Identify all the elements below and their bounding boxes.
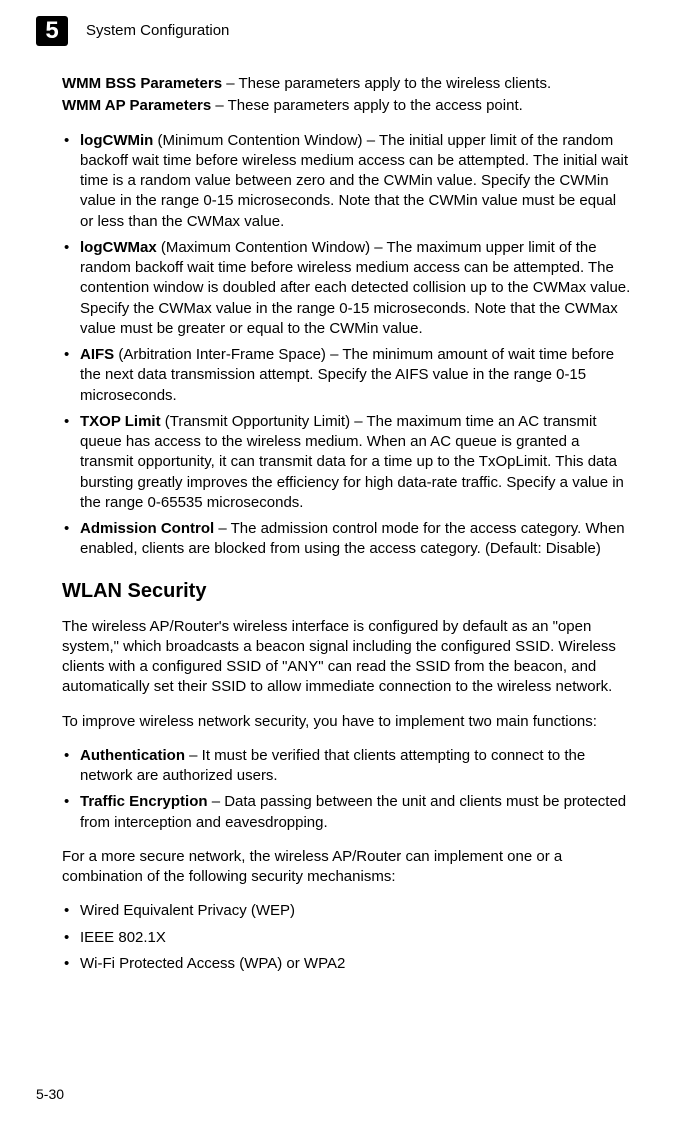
func-term: Traffic Encryption: [80, 793, 208, 810]
ap-param-line: WMM AP Parameters – These parameters app…: [62, 96, 633, 116]
param-list: logCWMin (Minimum Contention Window) – T…: [62, 131, 633, 560]
bss-param-line: WMM BSS Parameters – These parameters ap…: [62, 74, 633, 94]
param-term: logCWMin: [80, 132, 153, 149]
section-para2: To improve wireless network security, yo…: [62, 712, 633, 732]
param-term: logCWMax: [80, 239, 157, 256]
after-func-para: For a more secure network, the wireless …: [62, 847, 633, 888]
param-term: AIFS: [80, 346, 114, 363]
param-term: Admission Control: [80, 520, 214, 537]
section-heading-wlan-security: WLAN Security: [62, 578, 633, 605]
mech-list: Wired Equivalent Privacy (WEP) IEEE 802.…: [62, 901, 633, 974]
list-item: Traffic Encryption – Data passing betwee…: [62, 792, 633, 833]
list-item: AIFS (Arbitration Inter-Frame Space) – T…: [62, 345, 633, 406]
param-desc: (Maximum Contention Window) – The maximu…: [80, 239, 630, 337]
list-item: TXOP Limit (Transmit Opportunity Limit) …: [62, 412, 633, 513]
list-item: Authentication – It must be verified tha…: [62, 746, 633, 787]
page-content: WMM BSS Parameters – These parameters ap…: [36, 74, 643, 974]
list-item: logCWMin (Minimum Contention Window) – T…: [62, 131, 633, 232]
intro-block: WMM BSS Parameters – These parameters ap…: [62, 74, 633, 117]
bss-desc: – These parameters apply to the wireless…: [222, 75, 551, 92]
param-term: TXOP Limit: [80, 413, 161, 430]
list-item: Admission Control – The admission contro…: [62, 519, 633, 560]
func-term: Authentication: [80, 747, 185, 764]
ap-desc: – These parameters apply to the access p…: [211, 97, 523, 114]
page-header: 5 System Configuration: [36, 16, 643, 46]
list-item: Wi-Fi Protected Access (WPA) or WPA2: [62, 954, 633, 974]
section-para1: The wireless AP/Router's wireless interf…: [62, 617, 633, 698]
bss-label: WMM BSS Parameters: [62, 75, 222, 92]
func-list: Authentication – It must be verified tha…: [62, 746, 633, 833]
param-desc: (Minimum Contention Window) – The initia…: [80, 132, 628, 230]
mech-item: Wi-Fi Protected Access (WPA) or WPA2: [80, 955, 345, 972]
page-number: 5-30: [36, 1085, 64, 1104]
param-desc: (Arbitration Inter-Frame Space) – The mi…: [80, 346, 614, 404]
param-desc: (Transmit Opportunity Limit) – The maxim…: [80, 413, 624, 511]
chapter-number-badge: 5: [36, 16, 68, 46]
chapter-title: System Configuration: [86, 21, 229, 41]
mech-item: IEEE 802.1X: [80, 929, 166, 946]
ap-label: WMM AP Parameters: [62, 97, 211, 114]
list-item: logCWMax (Maximum Contention Window) – T…: [62, 238, 633, 339]
mech-item: Wired Equivalent Privacy (WEP): [80, 902, 295, 919]
list-item: Wired Equivalent Privacy (WEP): [62, 901, 633, 921]
list-item: IEEE 802.1X: [62, 928, 633, 948]
